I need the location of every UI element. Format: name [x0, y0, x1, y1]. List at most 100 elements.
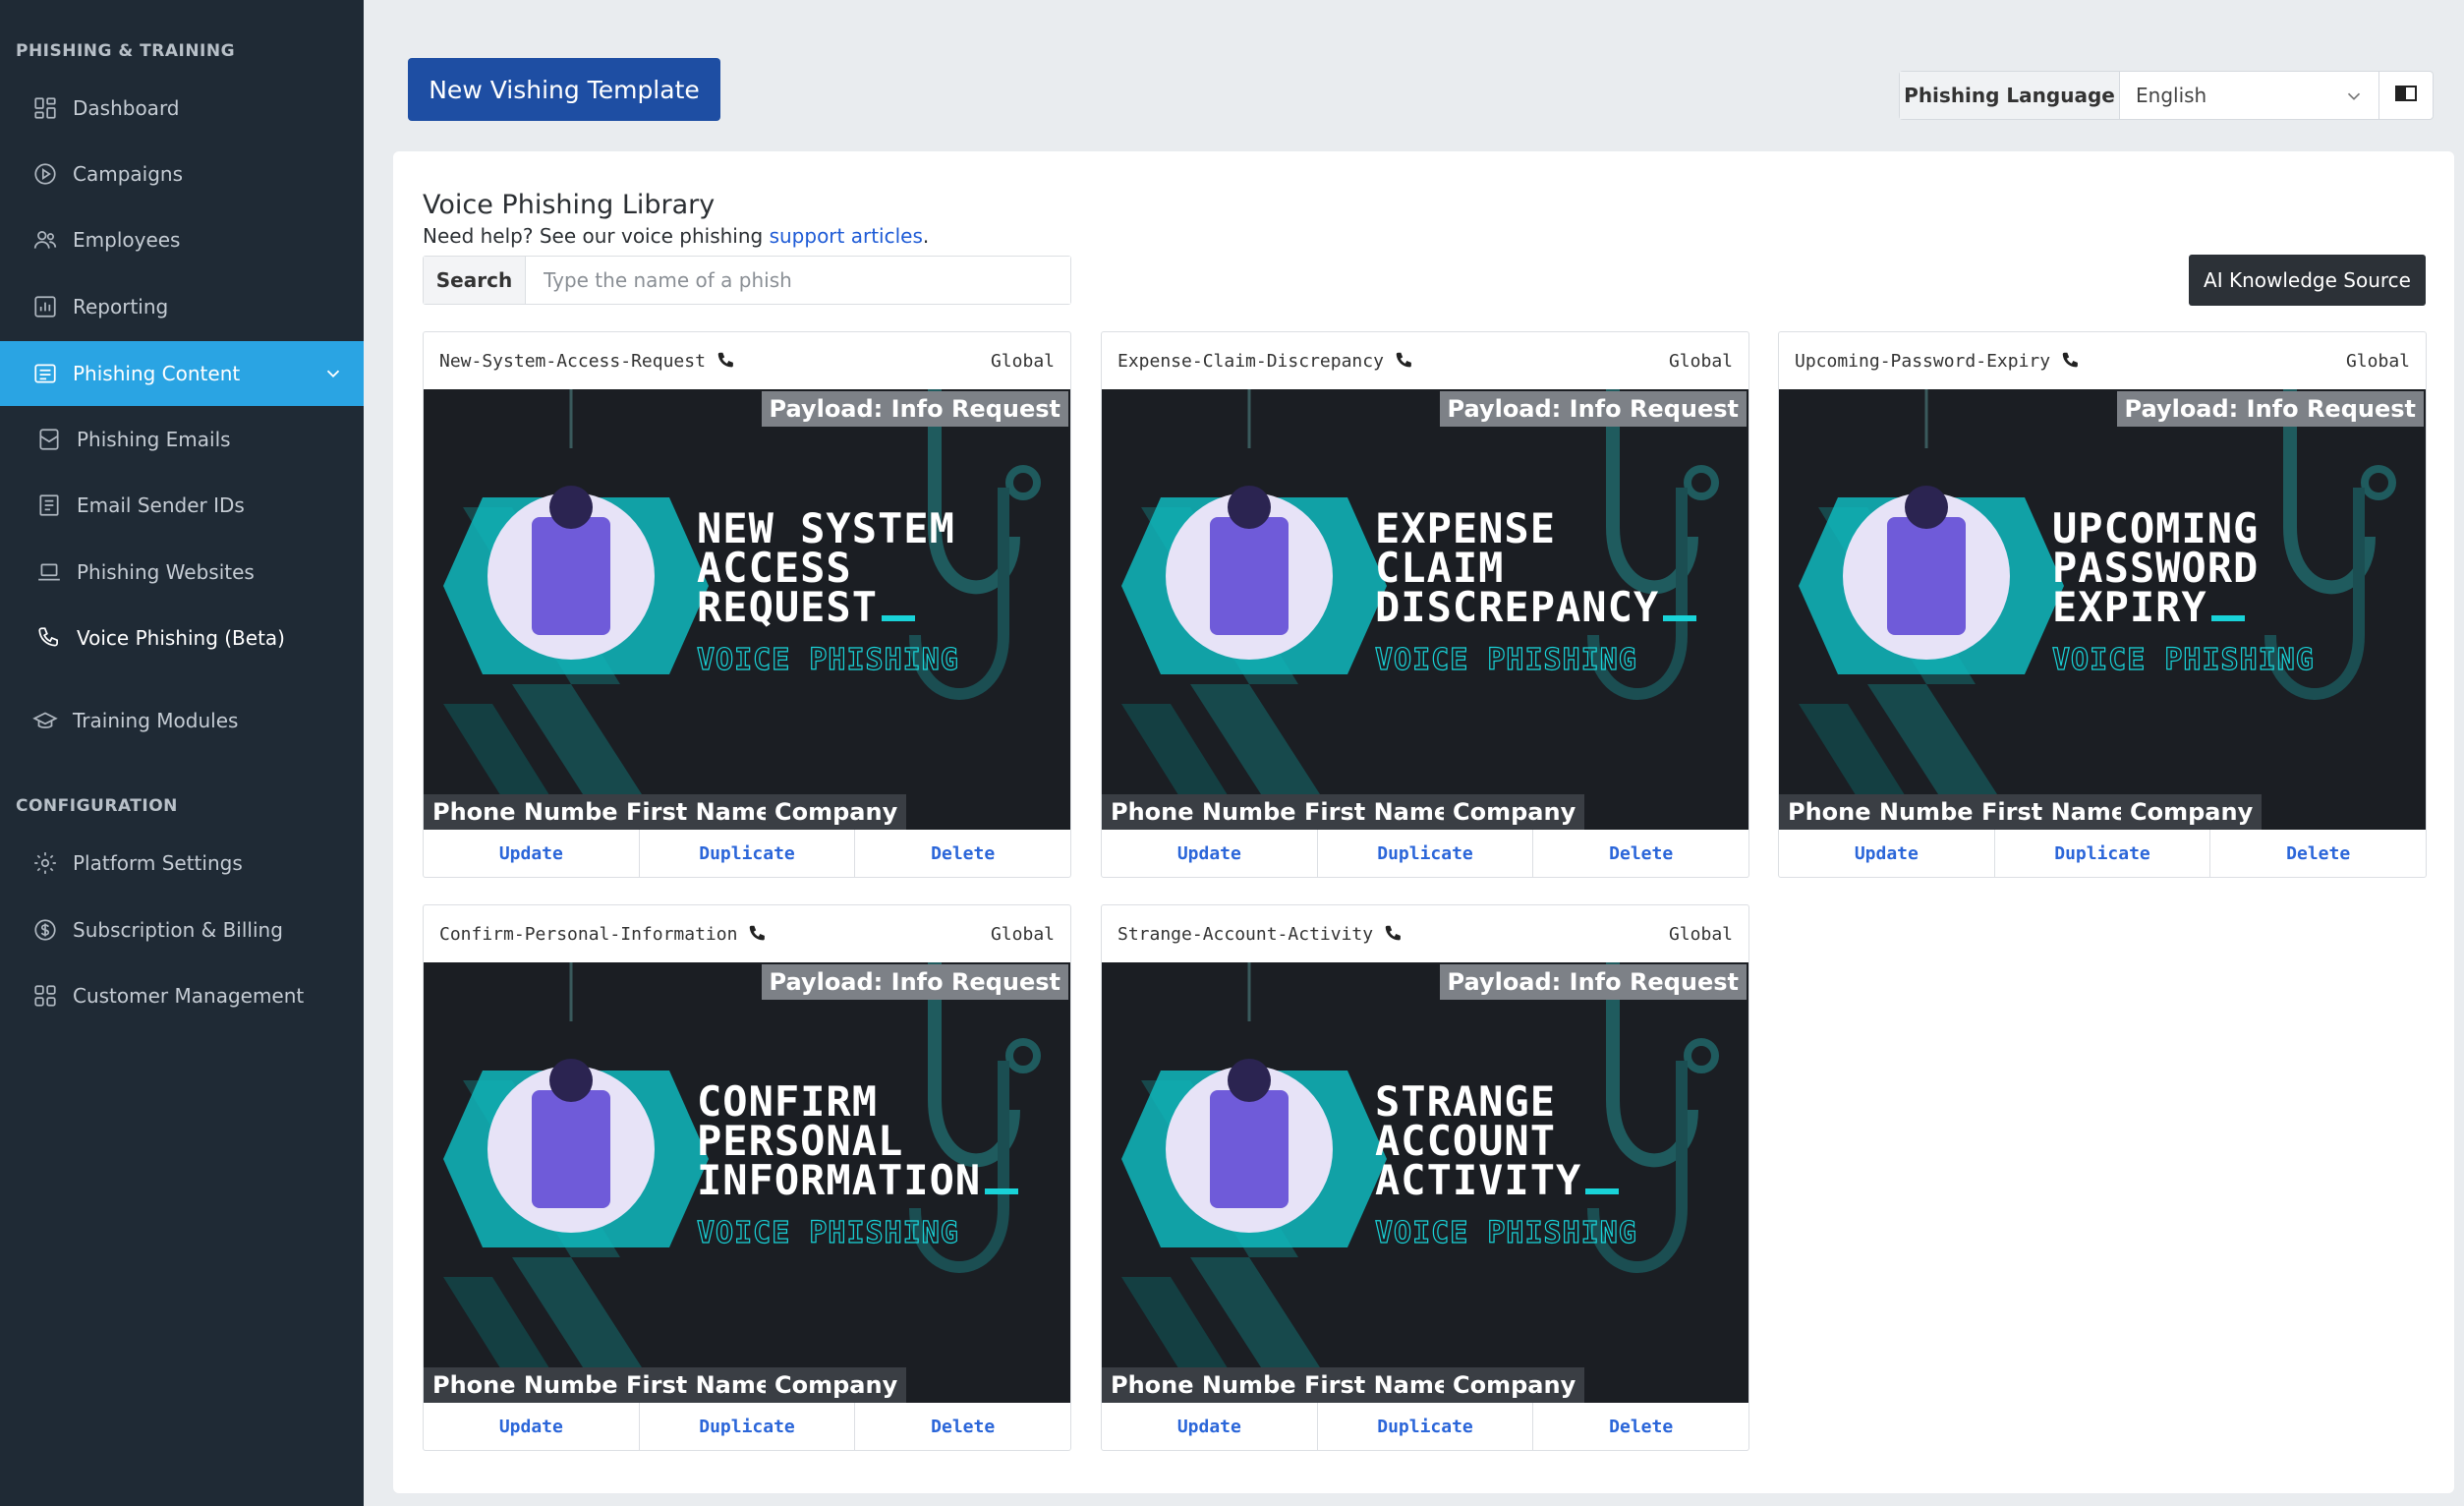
delete-button[interactable]: Delete	[1533, 830, 1748, 877]
help-text-prefix: Need help? See our voice phishing	[423, 224, 770, 248]
duplicate-button[interactable]: Duplicate	[640, 1403, 856, 1450]
card-title[interactable]: Strange-Account-Activity	[1117, 923, 1404, 945]
headline-line: CLAIM	[1375, 544, 1505, 592]
headline-line: ACCESS	[697, 544, 852, 592]
sidebar-item-training-modules[interactable]: Training Modules	[0, 688, 364, 753]
sidebar-item-subscription-billing[interactable]: Subscription & Billing	[0, 898, 364, 962]
phone-icon	[1385, 925, 1401, 941]
headline-line-text: REQUEST	[697, 583, 879, 631]
sidebar-item-voice-phishing[interactable]: Voice Phishing (Beta)	[0, 606, 364, 670]
dollar-circle-icon	[31, 916, 59, 944]
sidebar-item-phishing-content[interactable]: Phishing Content	[0, 341, 364, 406]
search-input[interactable]	[526, 257, 1070, 304]
sidebar-item-campaigns[interactable]: Campaigns	[0, 142, 364, 206]
sidebar-item-phishing-emails[interactable]: Phishing Emails	[0, 407, 364, 472]
tag-first-name: First Name	[617, 1367, 781, 1403]
tag-company: Company	[766, 794, 907, 830]
payload-badge: Payload: Info Request	[2116, 391, 2424, 427]
card-title[interactable]: New-System-Access-Request	[439, 350, 737, 372]
sidebar-item-platform-settings[interactable]: Platform Settings	[0, 831, 364, 896]
scope-label: Global	[2345, 350, 2410, 372]
card-actions: Update Duplicate Delete	[1102, 1403, 1748, 1450]
sidebar-item-customer-management[interactable]: Customer Management	[0, 963, 364, 1028]
card-actions: Update Duplicate Delete	[424, 1403, 1070, 1450]
dashboard-icon	[31, 94, 59, 122]
vishing-template-card: Confirm-Personal-Information Global Payloa…	[423, 904, 1071, 1451]
headline-line: PERSONAL	[697, 1117, 904, 1165]
tag-phone-number: Phone Number	[1102, 1367, 1317, 1403]
card-title[interactable]: Upcoming-Password-Expiry	[1795, 350, 2082, 372]
delete-button[interactable]: Delete	[2210, 830, 2426, 877]
template-name: Confirm-Personal-Information	[439, 923, 738, 945]
sidebar-section-phishing-training: PHISHING & TRAINING	[16, 41, 236, 61]
graduation-cap-icon	[31, 707, 59, 734]
ai-knowledge-source-button[interactable]: AI Knowledge Source	[2189, 255, 2426, 306]
duplicate-button[interactable]: Duplicate	[1318, 830, 1534, 877]
sidebar-item-email-sender-ids[interactable]: Email Sender IDs	[0, 473, 364, 538]
sidebar-item-label: Campaigns	[73, 162, 184, 186]
thumbnail-headline: UPCOMING PASSWORD EXPIRY	[2052, 508, 2259, 628]
template-thumbnail[interactable]: Payload: Info Request STRANGE ACCOUNT ACTIV…	[1102, 962, 1748, 1403]
sidebar-item-label: Email Sender IDs	[77, 493, 245, 517]
new-vishing-template-button[interactable]: New Vishing Template	[408, 58, 720, 121]
payload-badge: Payload: Info Request	[761, 391, 1068, 427]
phone-icon	[1396, 352, 1411, 368]
headline-line: EXPIRY	[2052, 587, 2259, 628]
language-select[interactable]: English	[2120, 72, 2379, 119]
card-header: New-System-Access-Request Global	[424, 332, 1070, 389]
sidebar: PHISHING & TRAINING Dashboard Campaigns …	[0, 0, 364, 1506]
sidebar-item-label: Employees	[73, 228, 181, 252]
scope-label: Global	[1668, 923, 1733, 945]
card-title[interactable]: Expense-Claim-Discrepancy	[1117, 350, 1415, 372]
duplicate-button[interactable]: Duplicate	[1995, 830, 2211, 877]
delete-button[interactable]: Delete	[855, 830, 1070, 877]
card-actions: Update Duplicate Delete	[1102, 830, 1748, 877]
card-header: Confirm-Personal-Information Global	[424, 905, 1070, 962]
email-icon	[35, 426, 63, 453]
duplicate-button[interactable]: Duplicate	[640, 830, 856, 877]
id-card-icon	[35, 492, 63, 519]
payload-badge: Payload: Info Request	[1439, 964, 1747, 1000]
sidebar-item-label: Phishing Websites	[77, 560, 255, 584]
tag-company: Company	[1444, 794, 1585, 830]
sidebar-item-employees[interactable]: Employees	[0, 207, 364, 272]
sidebar-item-reporting[interactable]: Reporting	[0, 274, 364, 339]
chevron-down-icon	[2343, 86, 2365, 112]
layout-toggle-button[interactable]	[2379, 72, 2433, 119]
delete-button[interactable]: Delete	[855, 1403, 1070, 1450]
support-articles-link[interactable]: support articles	[770, 224, 923, 248]
update-button[interactable]: Update	[424, 1403, 640, 1450]
update-button[interactable]: Update	[1779, 830, 1995, 877]
sidebar-item-dashboard[interactable]: Dashboard	[0, 76, 364, 141]
phone-icon	[750, 925, 766, 941]
template-thumbnail[interactable]: Payload: Info Request CONFIRM PERSONAL INFO…	[424, 962, 1070, 1403]
tag-company: Company	[2121, 794, 2263, 830]
update-button[interactable]: Update	[1102, 830, 1318, 877]
thumbnail-subline: VOICE PHISHING	[696, 1215, 959, 1250]
phishing-language-selector: Phishing Language English	[1899, 71, 2434, 120]
thumbnail-subline: VOICE PHISHING	[2051, 642, 2315, 677]
sidebar-item-label: Reporting	[73, 295, 169, 319]
sidebar-item-label: Phishing Content	[73, 362, 241, 385]
cursor-mark	[882, 615, 916, 621]
delete-button[interactable]: Delete	[1533, 1403, 1748, 1450]
bar-chart-icon	[31, 293, 59, 320]
thumbnail-headline: EXPENSE CLAIM DISCREPANCY	[1375, 508, 1697, 628]
duplicate-button[interactable]: Duplicate	[1318, 1403, 1534, 1450]
template-thumbnail[interactable]: Payload: Info Request UPCOMING PASSWORD EXP…	[1779, 389, 2426, 830]
template-thumbnail[interactable]: Payload: Info Request NEW SYSTEM ACCESS REQ…	[424, 389, 1070, 830]
headline-line-text: EXPIRY	[2052, 583, 2207, 631]
cursor-mark	[2210, 615, 2245, 621]
headline-line: CONFIRM	[697, 1077, 879, 1126]
update-button[interactable]: Update	[1102, 1403, 1318, 1450]
tag-phone-number: Phone Number	[424, 1367, 639, 1403]
tag-phone-number: Phone Number	[1102, 794, 1317, 830]
template-thumbnail[interactable]: Payload: Info Request EXPENSE CLAIM DISCREP…	[1102, 389, 1748, 830]
sidebar-item-phishing-websites[interactable]: Phishing Websites	[0, 540, 364, 605]
tag-first-name: First Name	[1295, 794, 1460, 830]
card-title[interactable]: Confirm-Personal-Information	[439, 923, 769, 945]
language-select-value: English	[2136, 84, 2207, 107]
sidebar-item-label: Customer Management	[73, 984, 305, 1008]
users-icon	[31, 226, 59, 254]
update-button[interactable]: Update	[424, 830, 640, 877]
